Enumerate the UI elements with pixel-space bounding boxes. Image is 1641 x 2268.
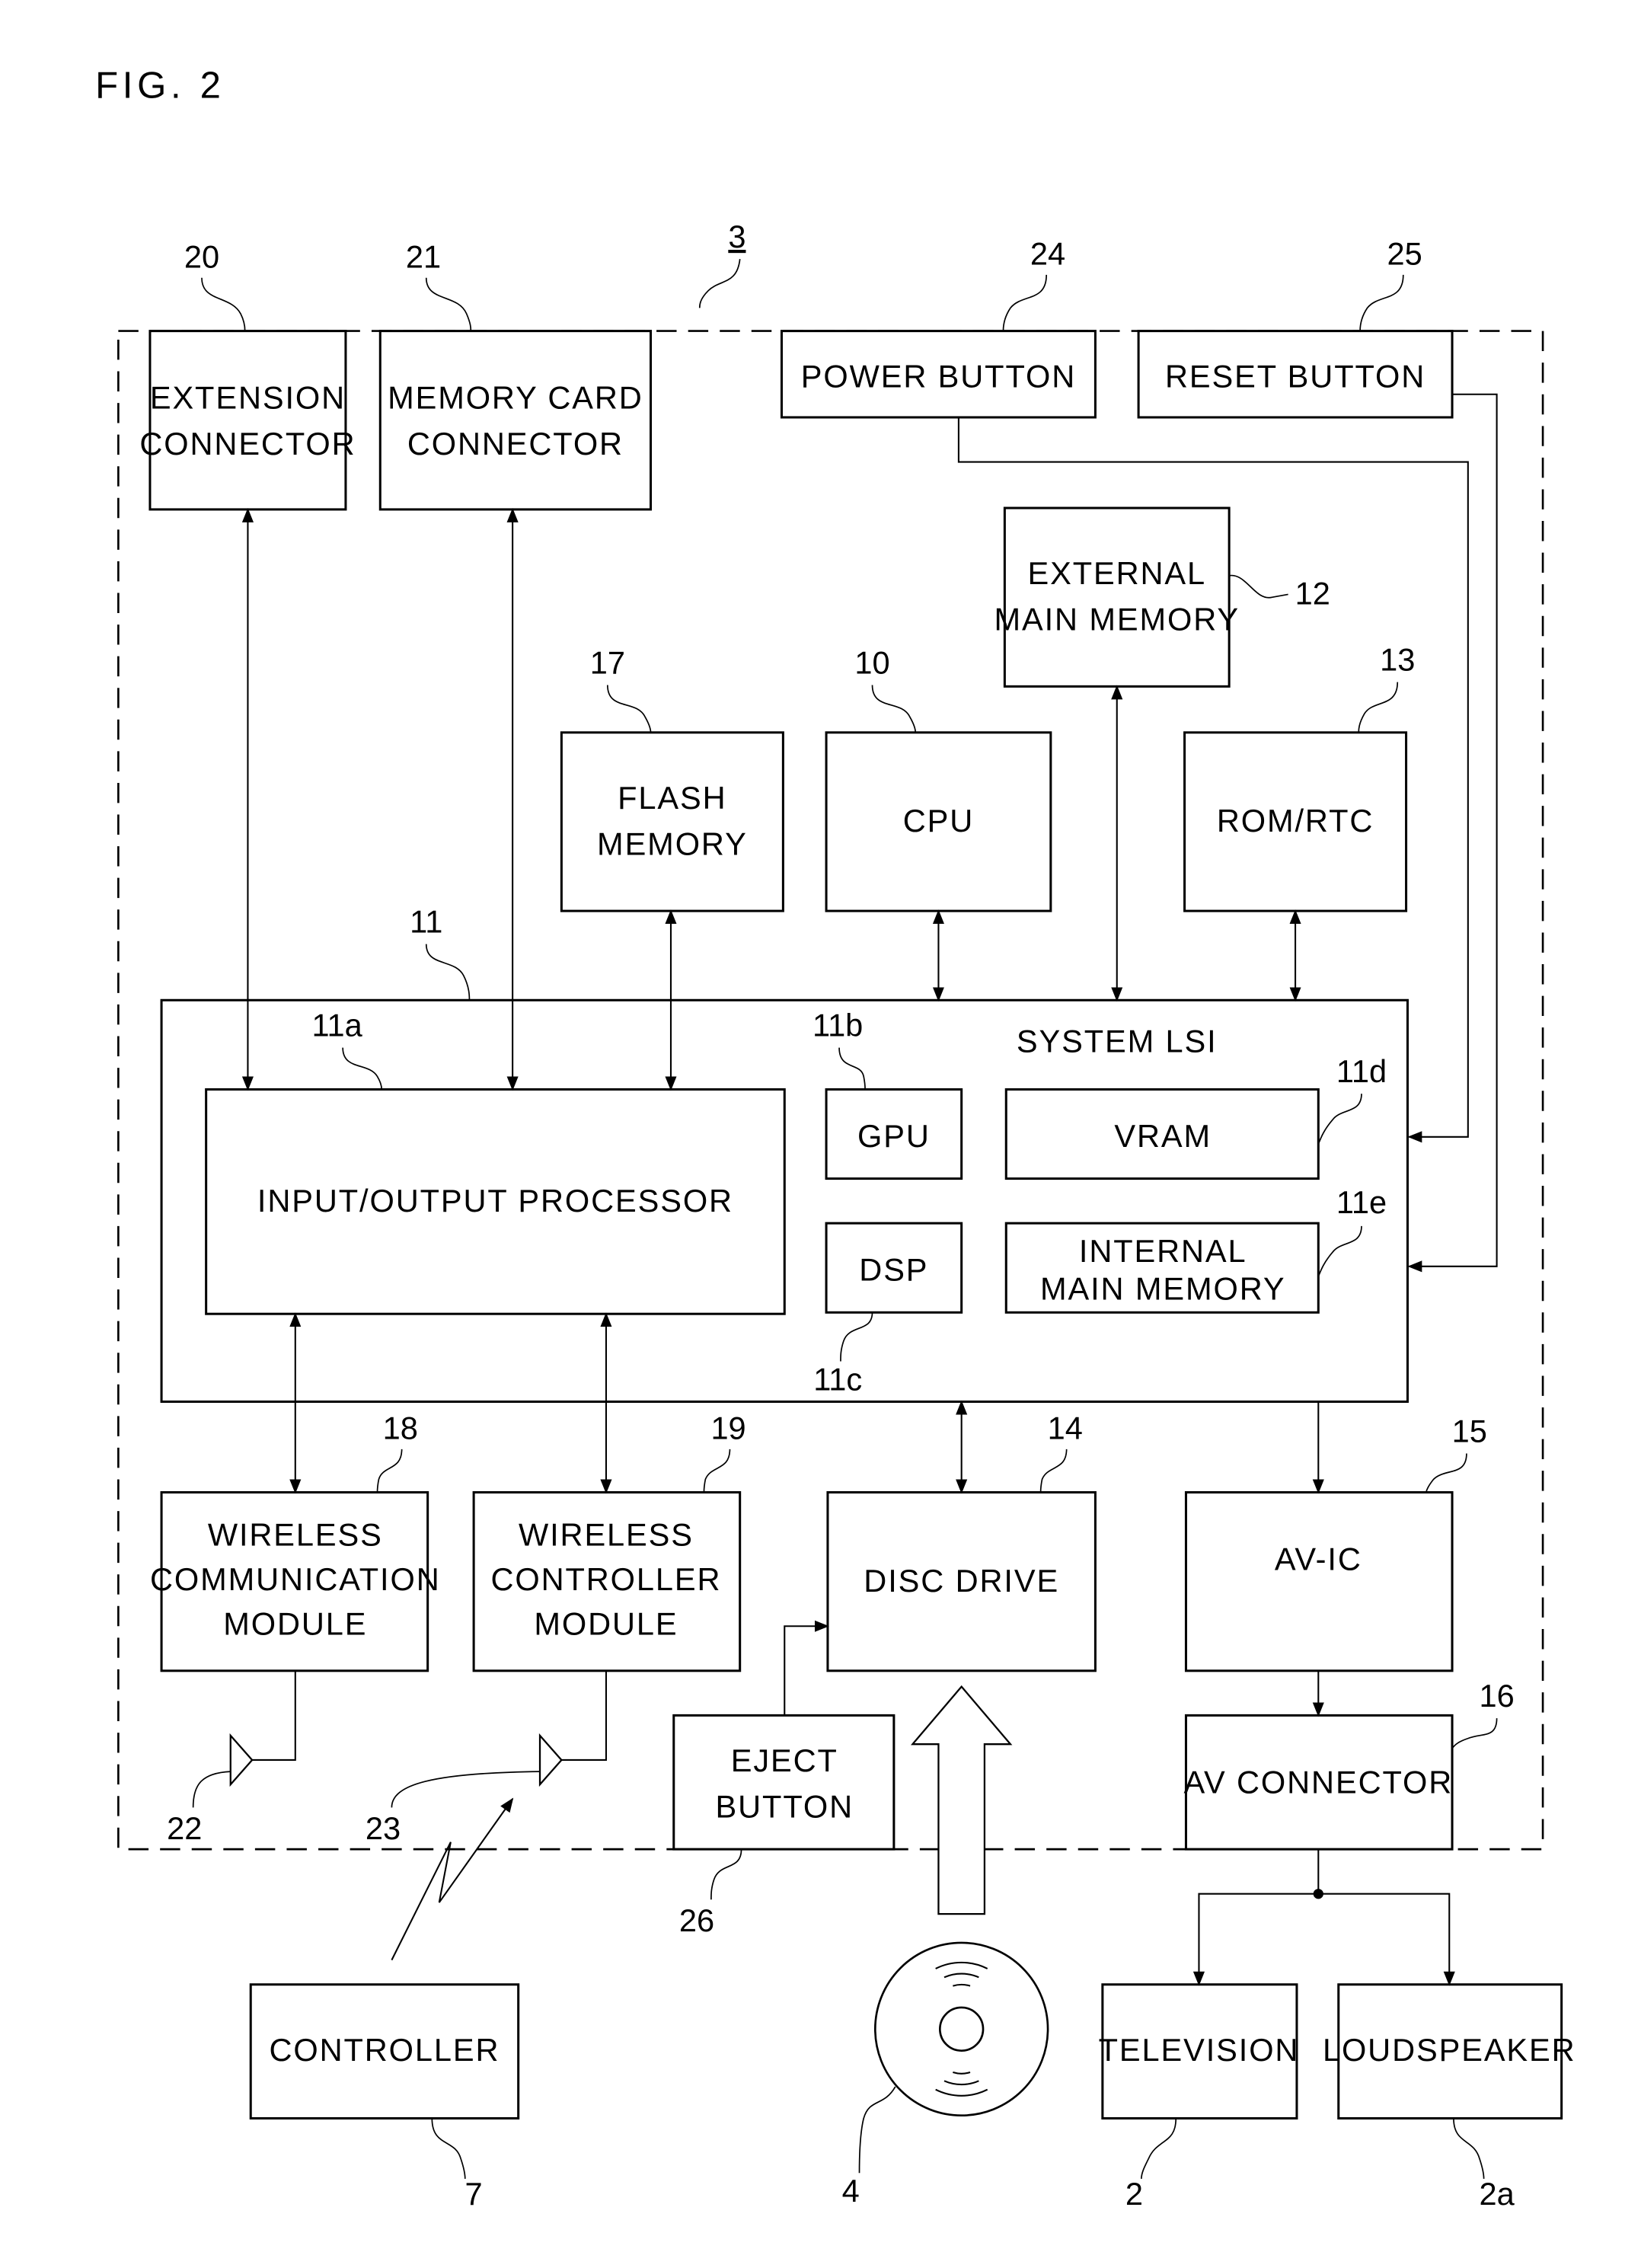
svg-text:EJECT: EJECT bbox=[731, 1743, 838, 1778]
svg-text:12: 12 bbox=[1295, 576, 1330, 612]
ref-device: 3 bbox=[728, 219, 745, 254]
svg-text:11: 11 bbox=[410, 903, 442, 939]
svg-text:25: 25 bbox=[1387, 236, 1422, 272]
svg-text:BUTTON: BUTTON bbox=[716, 1789, 854, 1825]
disc-insert-arrow bbox=[910, 1685, 1013, 1915]
block-television: TELEVISION 2 bbox=[1099, 1983, 1300, 2212]
svg-text:VRAM: VRAM bbox=[1114, 1118, 1212, 1154]
svg-text:16: 16 bbox=[1479, 1678, 1514, 1714]
leader-antenna-22 bbox=[192, 1771, 231, 1808]
svg-text:17: 17 bbox=[590, 644, 625, 680]
block-diagram: FIG. 2 3 EXTENSION CONNECTOR 20 MEMORY C… bbox=[95, 65, 1576, 2212]
svg-text:MAIN MEMORY: MAIN MEMORY bbox=[1040, 1270, 1286, 1306]
svg-text:11c: 11c bbox=[813, 1361, 862, 1397]
block-av-ic: AV-IC 15 bbox=[1184, 1413, 1487, 1672]
svg-text:11b: 11b bbox=[813, 1008, 863, 1043]
optical-disc-icon: 4 bbox=[842, 1941, 1049, 2209]
block-power-button: POWER BUTTON 24 bbox=[780, 236, 1097, 419]
svg-text:TELEVISION: TELEVISION bbox=[1099, 2032, 1300, 2068]
svg-text:SYSTEM LSI: SYSTEM LSI bbox=[1017, 1023, 1218, 1059]
block-wireless-controller-module: WIRELESS CONTROLLER MODULE 19 bbox=[472, 1410, 746, 1672]
svg-text:EXTERNAL: EXTERNAL bbox=[1027, 555, 1206, 591]
svg-text:AV-IC: AV-IC bbox=[1275, 1541, 1362, 1577]
svg-text:2a: 2a bbox=[1479, 2176, 1515, 2212]
svg-text:15: 15 bbox=[1452, 1413, 1487, 1449]
block-flash-memory: FLASH MEMORY 17 bbox=[560, 644, 784, 912]
leader-antenna-23 bbox=[391, 1771, 541, 1808]
svg-text:DISC DRIVE: DISC DRIVE bbox=[864, 1563, 1059, 1599]
block-controller: CONTROLLER 7 bbox=[249, 1983, 520, 2212]
svg-text:CONTROLLER: CONTROLLER bbox=[269, 2032, 500, 2068]
svg-text:MAIN MEMORY: MAIN MEMORY bbox=[994, 602, 1240, 637]
svg-text:11a: 11a bbox=[311, 1008, 362, 1043]
svg-text:INPUT/OUTPUT PROCESSOR: INPUT/OUTPUT PROCESSOR bbox=[257, 1183, 733, 1219]
svg-text:10: 10 bbox=[854, 644, 889, 680]
ref-antenna-23: 23 bbox=[366, 1810, 401, 1846]
svg-text:DSP: DSP bbox=[859, 1252, 928, 1288]
svg-text:CPU: CPU bbox=[903, 803, 974, 839]
svg-text:11d: 11d bbox=[1336, 1053, 1387, 1089]
svg-text:26: 26 bbox=[679, 1902, 714, 1938]
svg-text:AV CONNECTOR: AV CONNECTOR bbox=[1183, 1764, 1453, 1800]
svg-text:FLASH: FLASH bbox=[618, 780, 726, 816]
svg-text:COMMUNICATION: COMMUNICATION bbox=[150, 1561, 441, 1597]
svg-text:MEMORY: MEMORY bbox=[597, 826, 748, 861]
svg-text:POWER BUTTON: POWER BUTTON bbox=[801, 358, 1076, 394]
svg-text:ROM/RTC: ROM/RTC bbox=[1217, 803, 1374, 839]
svg-text:18: 18 bbox=[383, 1410, 418, 1446]
svg-text:LOUDSPEAKER: LOUDSPEAKER bbox=[1323, 2032, 1576, 2068]
block-loudspeaker: LOUDSPEAKER 2a bbox=[1323, 1983, 1576, 2212]
svg-text:13: 13 bbox=[1380, 642, 1415, 678]
svg-text:CONTROLLER: CONTROLLER bbox=[490, 1561, 721, 1597]
svg-text:CONNECTOR: CONNECTOR bbox=[407, 426, 624, 462]
svg-text:24: 24 bbox=[1030, 236, 1065, 272]
block-reset-button: RESET BUTTON 25 bbox=[1137, 236, 1454, 419]
svg-text:MODULE: MODULE bbox=[223, 1606, 367, 1642]
leader-device bbox=[698, 259, 741, 308]
svg-text:EXTENSION: EXTENSION bbox=[150, 380, 346, 416]
block-eject-button: EJECT BUTTON 26 bbox=[672, 1714, 896, 1938]
svg-text:WIRELESS: WIRELESS bbox=[208, 1516, 383, 1552]
block-external-main-memory: EXTERNAL MAIN MEMORY 12 bbox=[994, 506, 1330, 688]
svg-text:WIRELESS: WIRELESS bbox=[519, 1516, 694, 1552]
svg-text:INTERNAL: INTERNAL bbox=[1079, 1233, 1247, 1269]
svg-text:19: 19 bbox=[710, 1410, 745, 1446]
svg-text:11e: 11e bbox=[1336, 1184, 1387, 1220]
block-av-connector: AV CONNECTOR 16 bbox=[1183, 1678, 1515, 1851]
figure-label: FIG. 2 bbox=[95, 65, 225, 106]
svg-text:GPU: GPU bbox=[857, 1118, 931, 1154]
block-extension-connector: EXTENSION CONNECTOR 20 bbox=[139, 238, 356, 511]
svg-text:RESET BUTTON: RESET BUTTON bbox=[1165, 358, 1425, 394]
svg-text:14: 14 bbox=[1048, 1410, 1083, 1446]
svg-text:4: 4 bbox=[842, 2173, 860, 2209]
block-memory-card-connector: MEMORY CARD CONNECTOR 21 bbox=[378, 238, 653, 511]
svg-text:2: 2 bbox=[1125, 2176, 1143, 2212]
svg-text:CONNECTOR: CONNECTOR bbox=[139, 426, 356, 462]
svg-text:20: 20 bbox=[184, 238, 219, 274]
svg-text:MEMORY CARD: MEMORY CARD bbox=[388, 380, 643, 416]
svg-text:7: 7 bbox=[465, 2176, 483, 2212]
ref-antenna-22: 22 bbox=[167, 1810, 202, 1846]
svg-text:MODULE: MODULE bbox=[534, 1606, 678, 1642]
svg-text:21: 21 bbox=[406, 238, 441, 274]
